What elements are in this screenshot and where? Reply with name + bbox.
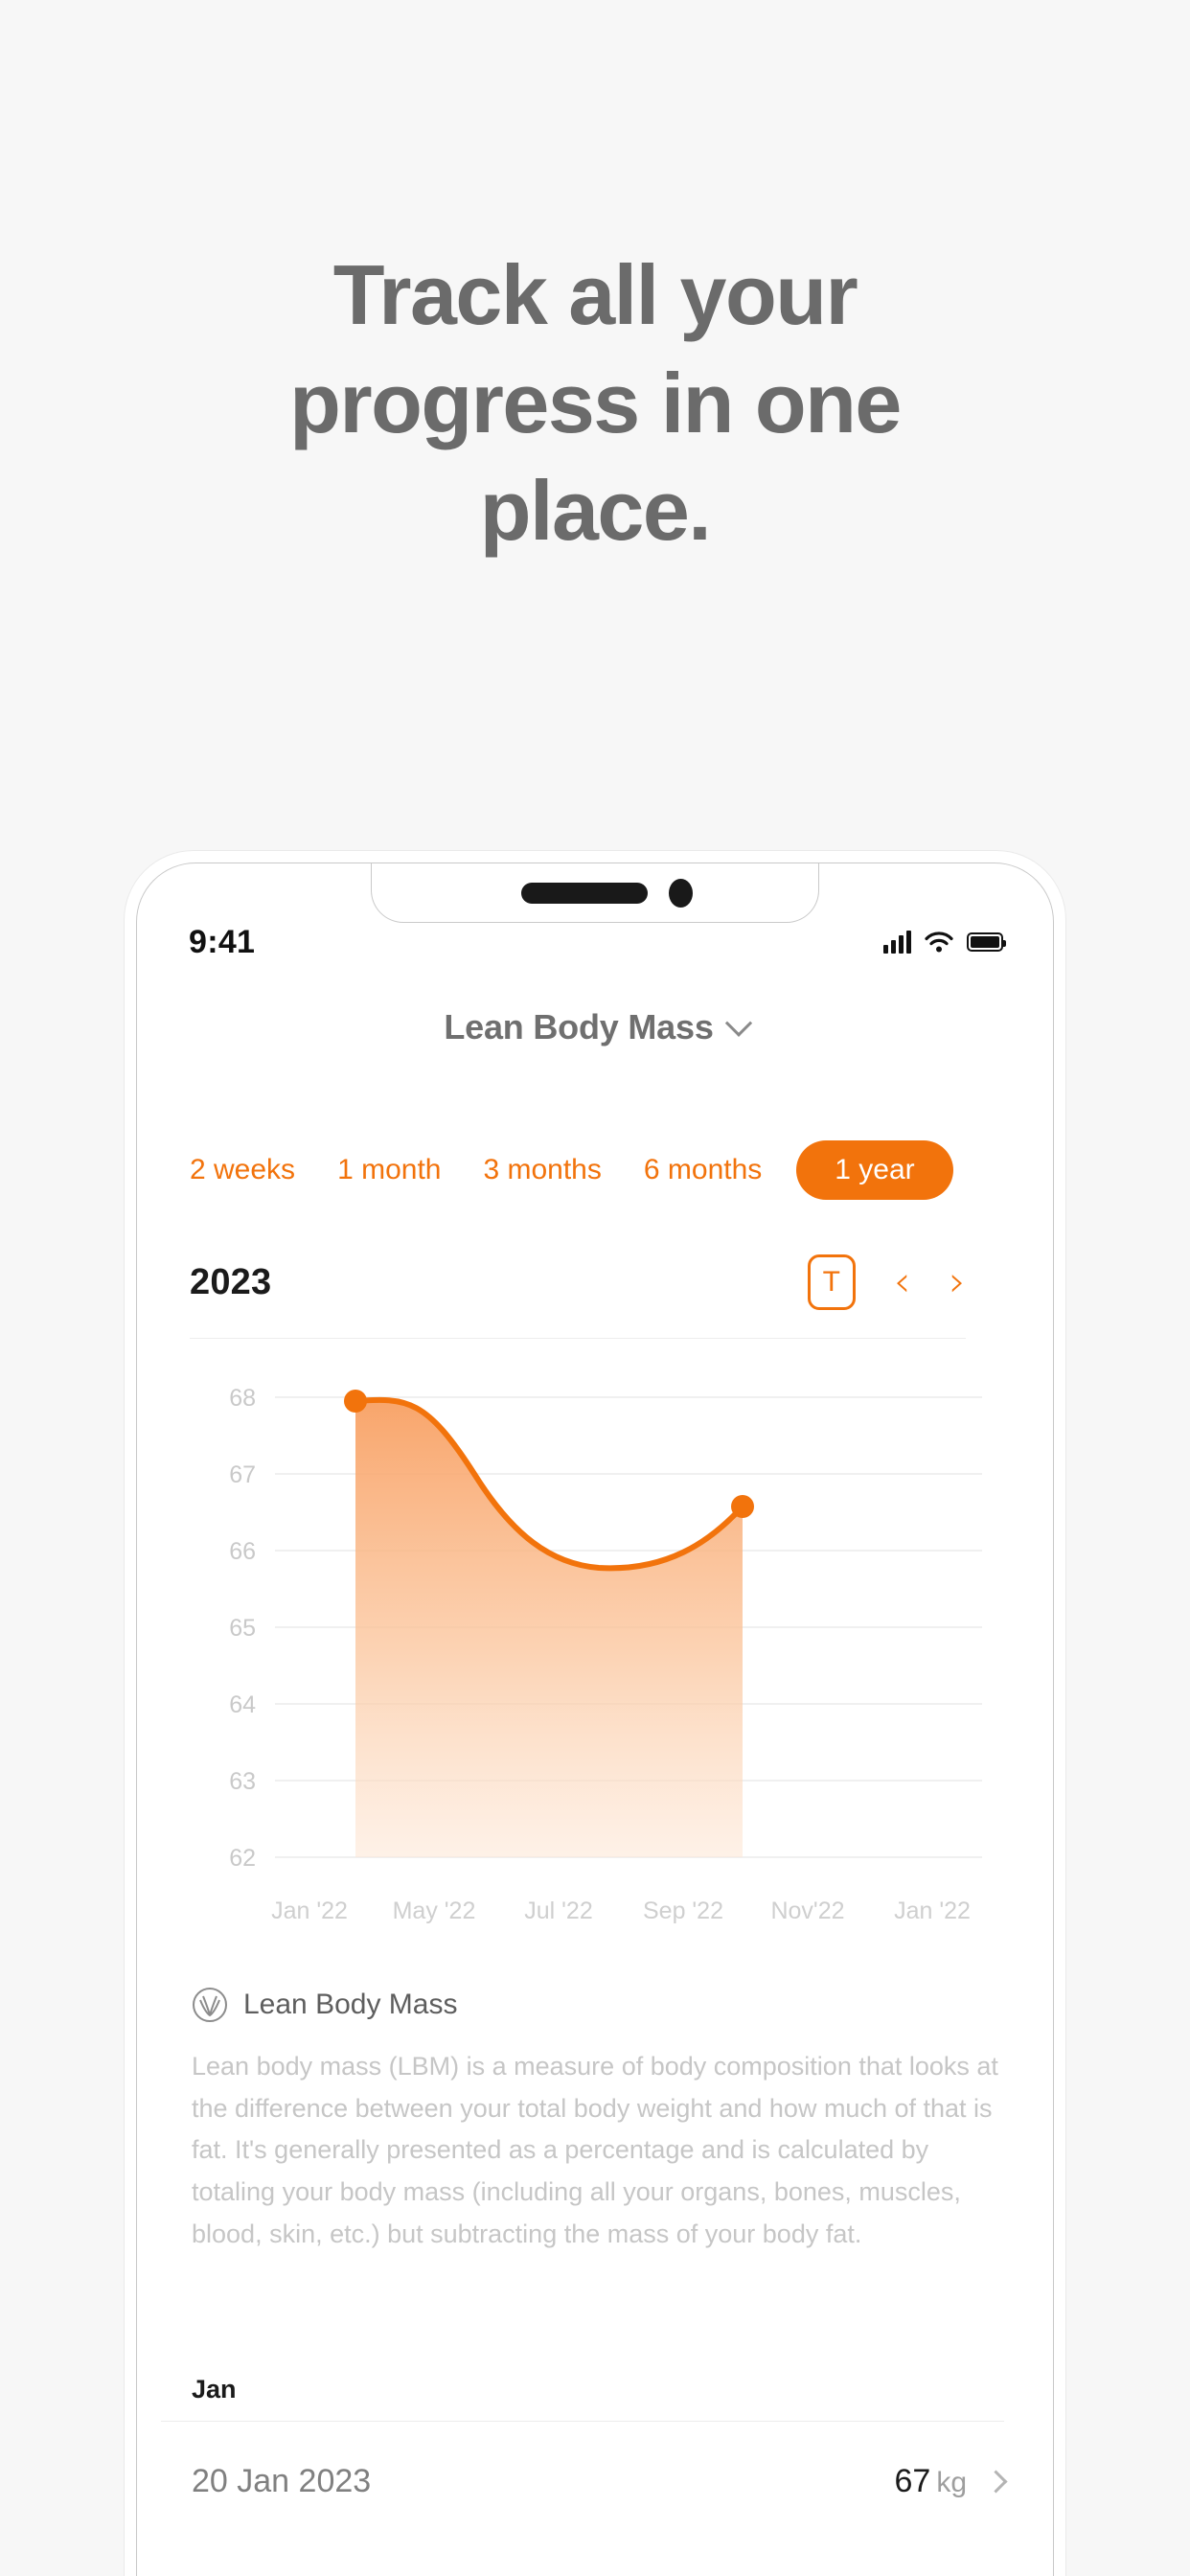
svg-text:May '22: May '22 [393,1898,476,1924]
battery-icon [967,932,1006,952]
chevron-down-icon[interactable] [724,1009,752,1037]
entry-value-wrap: 67 kg [894,2463,967,2500]
lean-body-mass-chart[interactable]: 68 67 66 65 64 63 62 Jan '22 May '22 Jul… [187,1361,982,1955]
year-controls: T ‹ › [807,1254,966,1310]
svg-text:65: 65 [229,1615,256,1642]
svg-text:Sep '22: Sep '22 [643,1898,723,1924]
tab-2-weeks[interactable]: 2 weeks [190,1154,316,1186]
entry-unit: kg [936,2467,967,2498]
tab-1-month[interactable]: 1 month [316,1154,462,1186]
next-period-button[interactable]: › [949,1261,966,1303]
camera-icon [669,879,693,908]
divider [161,2421,1004,2422]
chevron-right-icon[interactable] [984,2470,1008,2494]
speaker-icon [521,883,648,904]
range-tabs: 2 weeks 1 month 3 months 6 months 1 year [0,1136,1190,1205]
svg-text:63: 63 [229,1768,256,1795]
nav-title-bar[interactable]: Lean Body Mass [137,1007,1053,1047]
svg-text:Jan '22: Jan '22 [894,1898,971,1924]
chart-svg: 68 67 66 65 64 63 62 Jan '22 May '22 Jul… [229,1385,982,1924]
chart-legend: Lean Body Mass [192,1987,457,2023]
svg-text:Jul '22: Jul '22 [524,1898,592,1924]
legend-label: Lean Body Mass [243,1989,458,2020]
year-navigation-row: 2023 T ‹ › [190,1239,966,1325]
chart-area-fill [355,1399,743,1857]
chart-x-axis: Jan '22 May '22 Jul '22 Sep '22 Nov'22 J… [271,1898,971,1924]
tab-6-months[interactable]: 6 months [623,1154,783,1186]
svg-text:62: 62 [229,1845,256,1872]
today-button[interactable]: T [807,1254,856,1310]
divider [190,1338,966,1339]
status-time: 9:41 [189,923,256,960]
page-title: Track all your progress in one place. [289,247,902,559]
description-text: Lean body mass (LBM) is a measure of bod… [192,2052,998,2248]
entry-value: 67 [894,2463,931,2499]
list-section-header: Jan [192,2375,237,2404]
chart-marker-start [344,1390,367,1413]
svg-text:66: 66 [229,1538,256,1565]
wifi-icon [925,932,953,953]
svg-text:Jan '22: Jan '22 [271,1898,348,1924]
cellular-signal-icon [883,931,911,954]
lean-body-mass-icon [193,1988,227,2022]
svg-text:64: 64 [229,1691,256,1718]
svg-text:68: 68 [229,1385,256,1412]
year-label: 2023 [190,1261,272,1302]
previous-period-button[interactable]: ‹ [894,1261,911,1303]
svg-text:67: 67 [229,1461,256,1488]
tab-3-months[interactable]: 3 months [462,1154,622,1186]
entry-date: 20 Jan 2023 [192,2463,372,2499]
svg-text:Nov'22: Nov'22 [770,1898,844,1924]
chart-marker-end [731,1495,754,1518]
tab-1-year[interactable]: 1 year [796,1140,953,1200]
page-heading: Lean Body Mass [444,1007,714,1046]
list-item[interactable]: 20 Jan 2023 67 kg [192,2463,1008,2500]
entry-value-group: 67 kg [894,2463,1008,2500]
promo-screenshot: Track all your progress in one place. 9:… [0,0,1190,2576]
chart-y-axis: 68 67 66 65 64 63 62 [229,1385,256,1872]
status-icons [883,931,1006,954]
phone-notch [371,863,819,923]
